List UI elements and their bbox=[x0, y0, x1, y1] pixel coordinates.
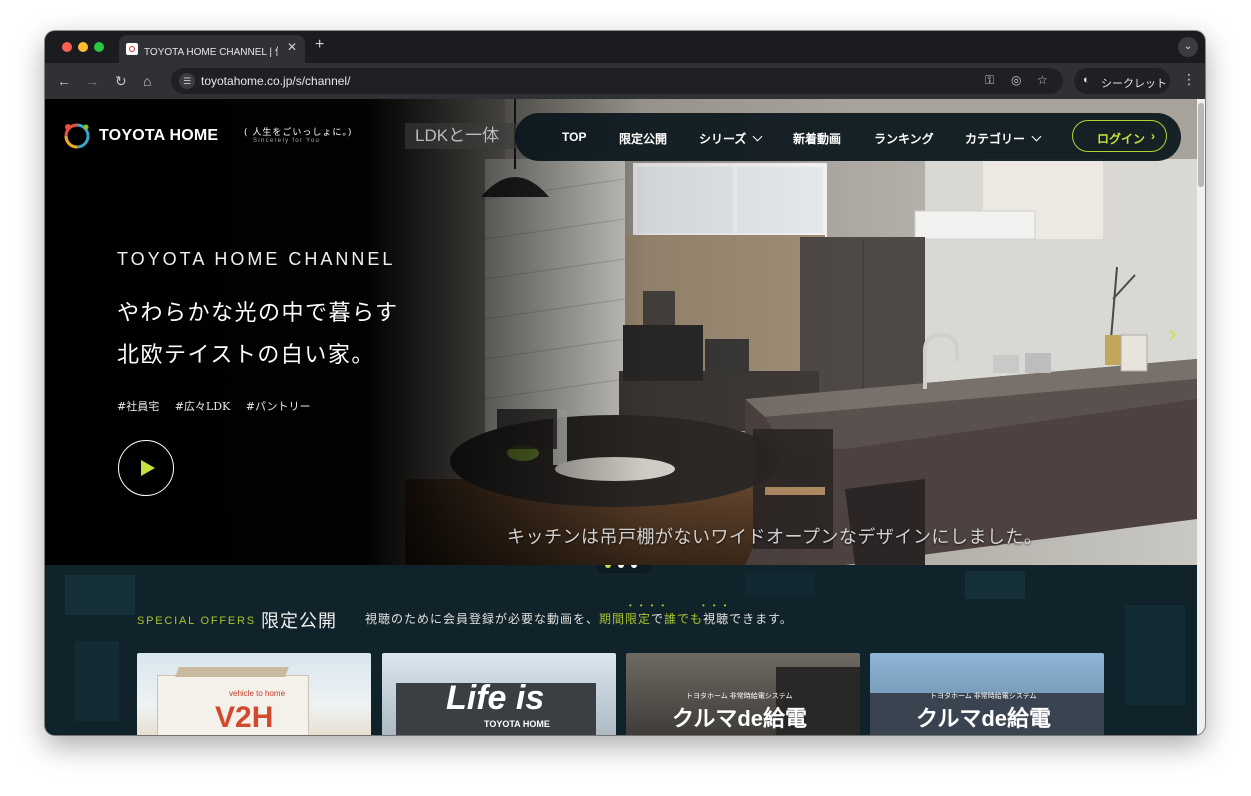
section-title: 限定公開 bbox=[261, 611, 337, 631]
emphasis-dots: •••• bbox=[629, 601, 673, 610]
chevron-down-icon bbox=[752, 131, 763, 142]
tag-link[interactable]: #広々LDK bbox=[175, 400, 231, 413]
tracking-protection-icon[interactable]: ◎ bbox=[1011, 73, 1021, 87]
card-subtitle: TOYOTA HOME bbox=[484, 719, 550, 729]
tag-link[interactable]: #パントリー bbox=[246, 400, 311, 413]
nav-ranking-label: ランキング bbox=[874, 132, 934, 146]
incognito-indicator[interactable]: ◐ シークレット bbox=[1074, 68, 1170, 94]
close-window-button[interactable] bbox=[62, 42, 72, 52]
slider-next-icon[interactable]: › bbox=[1169, 321, 1176, 347]
hero-headline-line2: 北欧テイストの白い家。 bbox=[117, 343, 375, 368]
nav-new-videos-label: 新着動画 bbox=[793, 132, 842, 146]
hero-slider: LDKと一体 TOYOTA HOME ( 人生をごいっしょに。) Sincere… bbox=[45, 99, 1197, 565]
incognito-label: シークレット bbox=[1101, 78, 1167, 90]
nav-category-label: カテゴリー bbox=[965, 132, 1026, 146]
minimize-window-button[interactable] bbox=[78, 42, 88, 52]
logo-wordmark: TOYOTA HOME bbox=[99, 127, 219, 144]
nav-ranking[interactable]: ランキング bbox=[874, 130, 934, 147]
desc-text: 視聴のために会員登録が必要な動画を、 bbox=[365, 612, 600, 626]
tab-close-icon[interactable]: ✕ bbox=[287, 40, 297, 54]
zoom-window-button[interactable] bbox=[94, 42, 104, 52]
hero-gradient-overlay bbox=[45, 99, 1197, 565]
new-tab-button[interactable]: + bbox=[315, 36, 324, 54]
site-info-icon[interactable]: ☰ bbox=[179, 73, 195, 89]
card-subtitle: トヨタホーム 非常時給電システム bbox=[686, 693, 793, 700]
address-bar[interactable]: ☰ toyotahome.co.jp/s/channel/ ⚿ ◎ ☆ bbox=[171, 68, 1063, 94]
video-card[interactable]: Life is TOYOTA HOME bbox=[382, 653, 616, 735]
ldk-caption-overlay: LDKと一体 bbox=[405, 123, 519, 149]
hero-headline-line1: やわらかな光の中で暮らす bbox=[117, 301, 399, 326]
desc-highlight: 期間限定 bbox=[599, 612, 652, 626]
desc-highlight: 誰でも bbox=[664, 612, 704, 626]
nav-series[interactable]: シリーズ bbox=[699, 130, 763, 147]
forward-arrow-icon[interactable]: → bbox=[85, 72, 99, 90]
login-label: ログイン bbox=[1097, 132, 1146, 146]
site-favicon-icon bbox=[126, 43, 138, 55]
card-title: Life is bbox=[446, 679, 545, 717]
card-title: V2H bbox=[215, 701, 274, 734]
slide-dot[interactable] bbox=[618, 565, 624, 568]
incognito-icon: ◐ bbox=[1083, 74, 1090, 86]
logo-tagline: ( 人生をごいっしょに。) bbox=[244, 128, 353, 138]
card-subtitle: トヨタホーム 非常時給電システム bbox=[930, 693, 1037, 700]
video-caption: キッチンは吊戸棚がないワイドオープンなデザインにしました。 bbox=[507, 527, 1043, 547]
section-label-en: SPECIAL OFFERS bbox=[137, 615, 256, 627]
nav-top-label: TOP bbox=[562, 130, 587, 144]
channel-title: TOYOTA HOME CHANNEL bbox=[117, 249, 396, 269]
card-title: クルマde給電 bbox=[916, 706, 1052, 731]
bg-tile bbox=[1125, 605, 1185, 705]
nav-new-videos[interactable]: 新着動画 bbox=[793, 130, 841, 147]
back-arrow-icon[interactable]: ← bbox=[57, 72, 71, 90]
play-icon bbox=[141, 460, 155, 476]
bg-tile bbox=[745, 573, 815, 595]
special-offers-section: SPECIAL OFFERS 限定公開 •••• ••• 視聴のために会員登録が… bbox=[45, 565, 1197, 735]
nav-category[interactable]: カテゴリー bbox=[965, 130, 1042, 147]
chevron-right-icon: › bbox=[1151, 129, 1155, 143]
nav-exclusive[interactable]: 限定公開 bbox=[619, 130, 667, 147]
tab-title: TOYOTA HOME CHANNEL | 住 bbox=[144, 47, 278, 58]
slider-pagination bbox=[596, 565, 652, 573]
desc-text: で bbox=[651, 612, 665, 626]
toyota-home-logo-icon bbox=[64, 123, 90, 149]
slide-dot[interactable] bbox=[605, 565, 611, 568]
bg-tile bbox=[65, 575, 135, 615]
video-card[interactable]: トヨタホーム 非常時給電システム クルマde給電 bbox=[626, 653, 860, 735]
play-button[interactable] bbox=[118, 440, 174, 496]
nav-exclusive-label: 限定公開 bbox=[619, 132, 668, 146]
global-nav: TOP 限定公開 シリーズ 新着動画 ランキング カテゴリー ログイン › bbox=[515, 113, 1181, 161]
browser-tab[interactable]: TOYOTA HOME CHANNEL | 住 ✕ bbox=[119, 35, 305, 63]
scrollbar-thumb[interactable] bbox=[1198, 103, 1204, 187]
password-key-icon[interactable]: ⚿ bbox=[985, 73, 994, 88]
browser-toolbar: ← → ↻ ⌂ ☰ toyotahome.co.jp/s/channel/ ⚿ … bbox=[45, 63, 1205, 99]
browser-menu-icon[interactable]: ⋮ bbox=[1182, 71, 1196, 88]
logo-tagline-en: Sincerely for You bbox=[253, 138, 321, 144]
bg-tile bbox=[75, 641, 119, 721]
section-description: 視聴のために会員登録が必要な動画を、期間限定で誰でも視聴できます。 bbox=[365, 610, 793, 627]
browser-window: TOYOTA HOME CHANNEL | 住 ✕ + ⌄ ← → ↻ ⌂ ☰ … bbox=[45, 31, 1205, 735]
bookmark-star-icon[interactable]: ☆ bbox=[1037, 73, 1048, 87]
page-viewport: LDKと一体 TOYOTA HOME ( 人生をごいっしょに。) Sincere… bbox=[45, 99, 1197, 735]
desc-text: 視聴できます。 bbox=[703, 612, 793, 626]
reload-icon[interactable]: ↻ bbox=[115, 72, 127, 90]
hero-tags: #社員宅 #広々LDK #パントリー bbox=[117, 398, 323, 414]
card-title: クルマde給電 bbox=[672, 706, 808, 731]
home-icon[interactable]: ⌂ bbox=[143, 72, 151, 90]
nav-series-label: シリーズ bbox=[699, 132, 747, 146]
slide-dot[interactable] bbox=[631, 565, 637, 568]
url-text[interactable]: toyotahome.co.jp/s/channel/ bbox=[201, 74, 350, 88]
card-subtitle: vehicle to home bbox=[229, 689, 286, 698]
video-card[interactable]: トヨタホーム 非常時給電システム クルマde給電 bbox=[870, 653, 1104, 735]
chevron-down-icon bbox=[1031, 131, 1042, 142]
nav-top[interactable]: TOP bbox=[562, 130, 586, 144]
tab-search-chevron-icon[interactable]: ⌄ bbox=[1178, 37, 1198, 57]
bg-tile bbox=[965, 571, 1025, 599]
roof-shape bbox=[175, 667, 289, 677]
emphasis-dots: ••• bbox=[702, 601, 735, 610]
tag-link[interactable]: #社員宅 bbox=[117, 400, 159, 413]
tab-strip: TOYOTA HOME CHANNEL | 住 ✕ + ⌄ bbox=[45, 31, 1205, 63]
login-button[interactable]: ログイン › bbox=[1072, 120, 1167, 152]
video-card[interactable]: vehicle to home V2H bbox=[137, 653, 371, 735]
page-scrollbar[interactable] bbox=[1197, 99, 1205, 735]
